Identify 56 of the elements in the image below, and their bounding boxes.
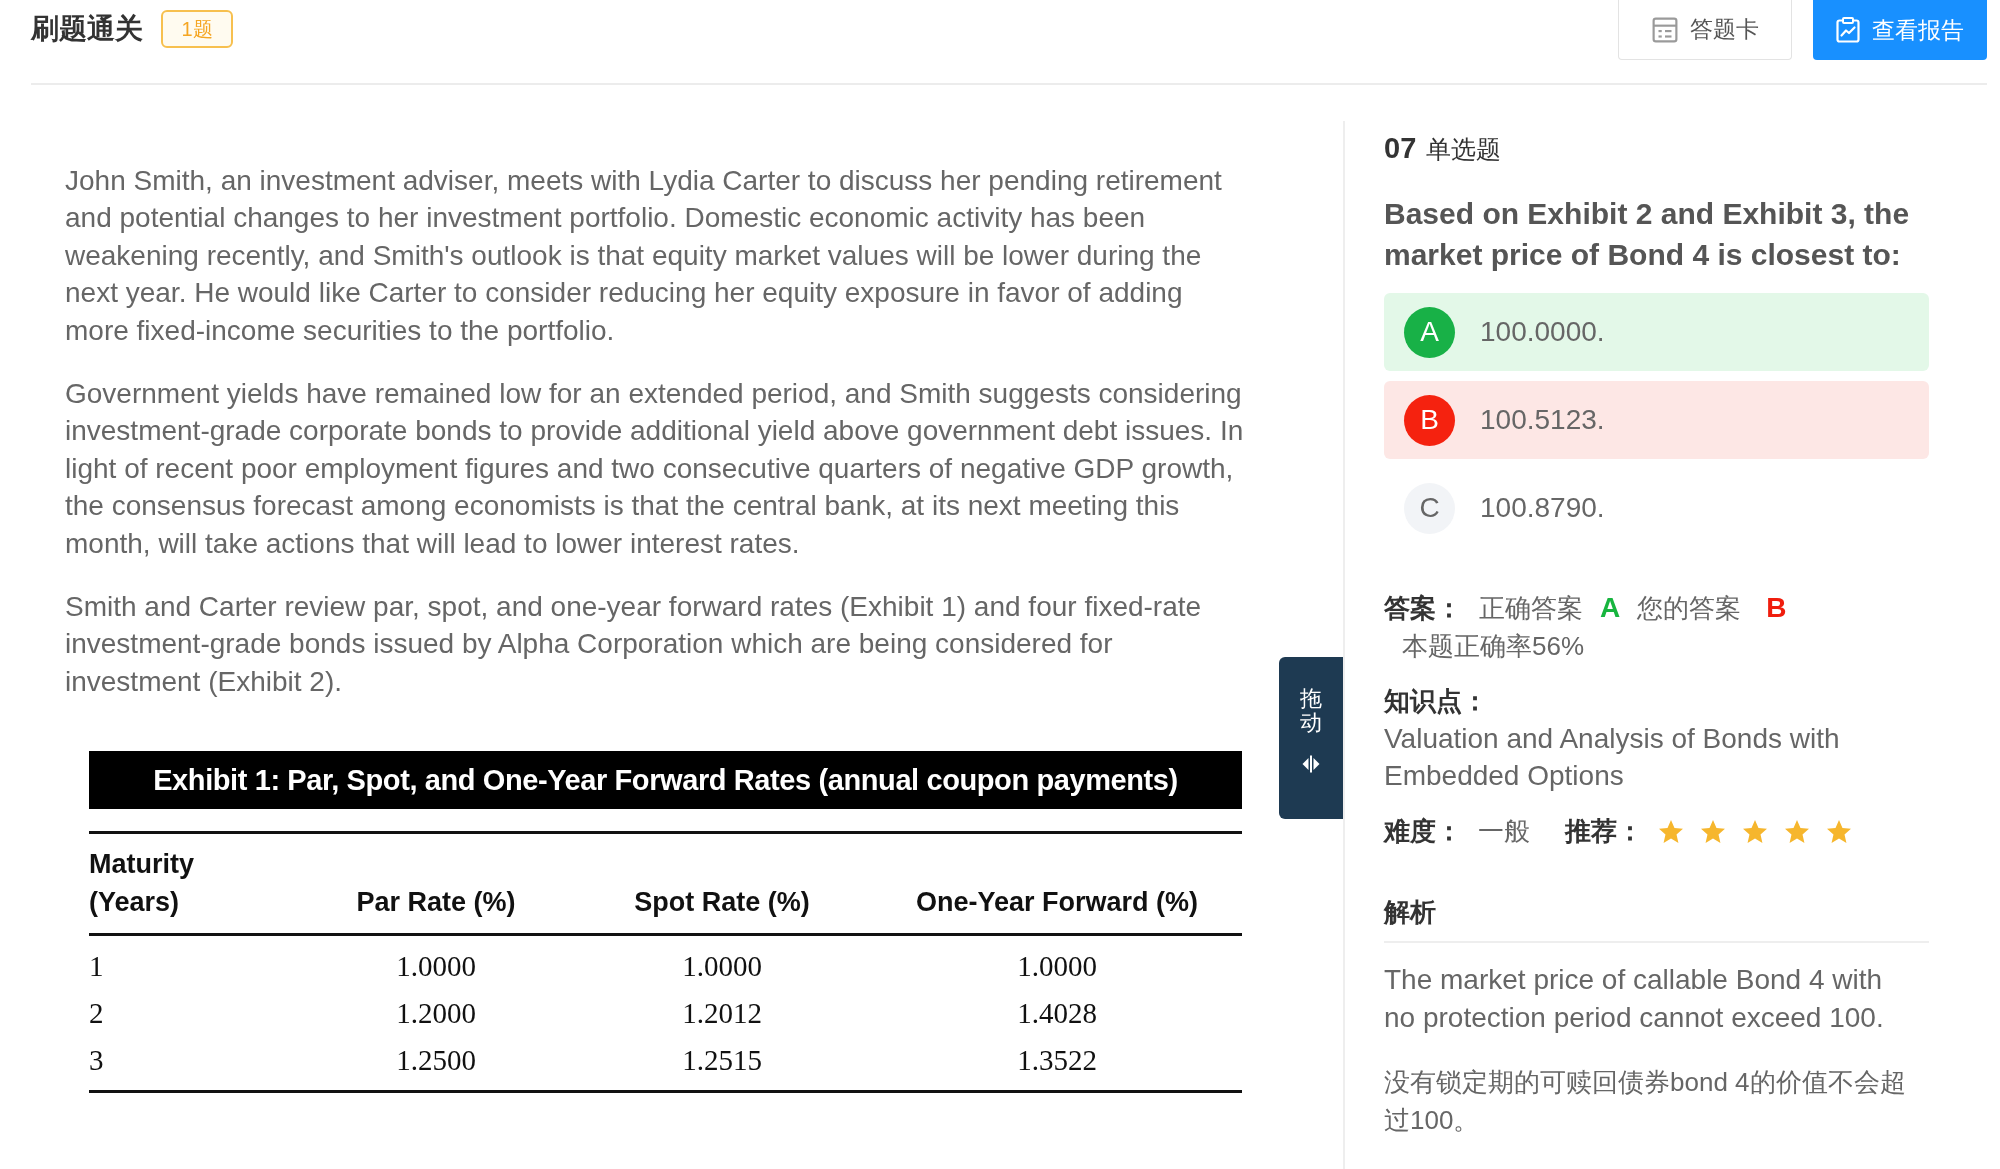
answer-option[interactable]: B 100.5123. bbox=[1384, 381, 1929, 459]
view-report-button[interactable]: 查看报告 bbox=[1813, 0, 1987, 60]
column-header: Par Rate (%) bbox=[356, 887, 516, 918]
table-cell: 1 bbox=[89, 950, 104, 983]
table-cell: 2 bbox=[89, 997, 104, 1030]
answer-sheet-button[interactable]: 答题卡 bbox=[1618, 0, 1792, 60]
clipboard-chart-icon bbox=[1836, 17, 1860, 43]
column-header: Maturity (Years) bbox=[89, 848, 195, 920]
analysis-text: The market price of callable Bond 4 with no protection period cannot exceed 100. bbox=[1384, 963, 1885, 1035]
correct-answer-label: 正确答案 bbox=[1479, 592, 1583, 625]
star-icon bbox=[1785, 819, 1809, 843]
correct-answer-value: A bbox=[1600, 591, 1621, 625]
table-cell: 1.0000 bbox=[396, 950, 476, 983]
your-answer-label: 您的答案 bbox=[1637, 592, 1742, 625]
option-letter: B bbox=[1404, 394, 1455, 446]
answer-option[interactable]: C 100.8790. bbox=[1384, 469, 1929, 547]
column-header: One-Year Forward (%) bbox=[915, 887, 1199, 918]
knowledge-text: Valuation and Analysis of Bonds with Embedded Options bbox=[1384, 722, 1841, 793]
recommendation-label: 推荐： bbox=[1565, 815, 1643, 848]
question-count-badge: 1题 bbox=[161, 10, 233, 48]
question-number: 07 bbox=[1384, 131, 1417, 166]
split-arrows-icon bbox=[1302, 755, 1320, 774]
drag-handle[interactable]: 拖动 bbox=[1279, 657, 1343, 819]
knowledge-label: 知识点： bbox=[1384, 685, 1489, 718]
option-letter: C bbox=[1404, 482, 1455, 534]
analysis-heading: 解析 bbox=[1384, 893, 1929, 943]
question-text: Based on Exhibit 2 and Exhibit 3, the market price of Bond 4 is closest to: bbox=[1384, 196, 1911, 273]
question-type: 单选题 bbox=[1426, 134, 1502, 165]
exhibit-title: Exhibit 1: Par, Spot, and One-Year Forward Rates (annual coupon payments) bbox=[89, 751, 1242, 810]
passage-paragraph: John Smith, an investment adviser, meets with Lydia Carter to discuss her pending retirement and potential changes to her investment portfolio. Domestic economic activity has been weakening recently, and Smith's outlook is that equity market values will be lower during the next year. He would like Carter to consider reducing her equity exposure in favor of adding more fixed-income securities to the portfolio. bbox=[65, 164, 1223, 348]
analysis-text: 没有锁定期的可赎回债券bond 4的价值不会超过100。 bbox=[1384, 1066, 1907, 1137]
table-cell: 1.0000 bbox=[1017, 950, 1097, 983]
table-cell: 1.2012 bbox=[682, 997, 762, 1030]
passage-paragraph: Smith and Carter review par, spot, and one-year forward rates (Exhibit 1) and four fixed-rate investment-grade bonds issued by Alpha Corporation which are being considered for investment (Exhibit 2). bbox=[65, 590, 1203, 699]
answer-option[interactable]: A 100.0000. bbox=[1384, 293, 1929, 371]
passage-paragraph: Government yields have remained low for an extended period, and Smith suggests considering investment-grade corporate bonds to provide additional yield above government debt issues. In light of recent poor employment figures and two consecutive quarters of negative GDP growth, the consensus forecast among economists is that the central bank, at its next meeting this month, will take actions that will lead to lower interest rates. bbox=[65, 377, 1244, 561]
table-cell: 1.2515 bbox=[682, 1044, 762, 1077]
option-letter: A bbox=[1404, 306, 1455, 358]
table-cell: 1.3522 bbox=[1017, 1044, 1097, 1077]
sheet-icon bbox=[1651, 16, 1678, 43]
column-header: Spot Rate (%) bbox=[634, 887, 810, 918]
star-icon bbox=[1827, 819, 1851, 843]
table-cell: 1.2000 bbox=[396, 997, 476, 1030]
answer-label: 答案： bbox=[1384, 592, 1462, 625]
table-cell: 1.0000 bbox=[682, 950, 762, 983]
page-title: 刷题通关 bbox=[31, 12, 143, 46]
star-icon bbox=[1659, 819, 1683, 843]
difficulty-label: 难度： bbox=[1384, 815, 1462, 848]
star-icon bbox=[1743, 819, 1767, 843]
your-answer-value: B bbox=[1766, 591, 1787, 625]
difficulty-value: 一般 bbox=[1478, 815, 1530, 848]
star-icon bbox=[1701, 819, 1725, 843]
table-cell: 1.4028 bbox=[1017, 997, 1097, 1030]
table-cell: 1.2500 bbox=[396, 1044, 476, 1077]
accuracy-text: 本题正确率56% bbox=[1401, 630, 1586, 663]
table-cell: 3 bbox=[89, 1044, 104, 1077]
